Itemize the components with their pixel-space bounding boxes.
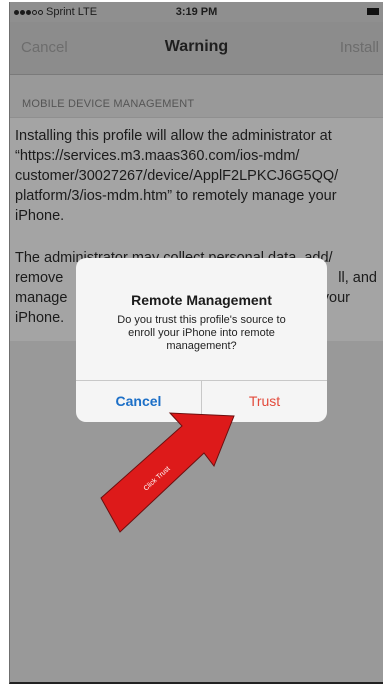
alert-message-line: enroll your iPhone into remote — [128, 327, 275, 339]
alert-title: Remote Management — [131, 292, 272, 308]
remote-management-alert: Remote Management Do you trust this prof… — [76, 258, 327, 422]
alert-message-line: management? — [166, 340, 237, 352]
status-time: 3:19 PM — [175, 6, 218, 18]
alert-trust-button[interactable]: Trust — [202, 381, 327, 422]
warning-paragraph-1: Installing this profile will allow the a… — [15, 126, 377, 226]
install-button[interactable]: Install — [340, 39, 379, 56]
text-fragment: ll, and — [338, 270, 377, 286]
text-fragment: remove — [15, 270, 64, 286]
phone-screen: Sprint LTE 3:19 PM Cancel Warning Instal… — [9, 2, 383, 684]
alert-message: Do you trust this profile's source to en… — [98, 314, 305, 353]
text-line: customer/30027267/device/ApplF2LPKCJ6G5Q… — [15, 168, 339, 184]
page-title: Warning — [164, 38, 229, 55]
text-line: “https://services.m3.maas360.com/ios-mdm… — [15, 148, 300, 164]
status-bar: Sprint LTE 3:19 PM — [10, 2, 383, 22]
text-line: Installing this profile will allow the a… — [15, 128, 332, 144]
text-fragment: manage — [15, 290, 68, 306]
battery-icon — [367, 8, 379, 15]
alert-cancel-button[interactable]: Cancel — [76, 381, 201, 422]
text-line: platform/3/ios-mdm.htm” to remotely mana… — [15, 188, 337, 204]
section-header: MOBILE DEVICE MANAGEMENT — [22, 98, 195, 110]
alert-message-line: Do you trust this profile's source to — [117, 314, 286, 326]
text-line: iPhone. — [15, 208, 65, 224]
navigation-bar: Cancel Warning Install — [10, 22, 383, 75]
